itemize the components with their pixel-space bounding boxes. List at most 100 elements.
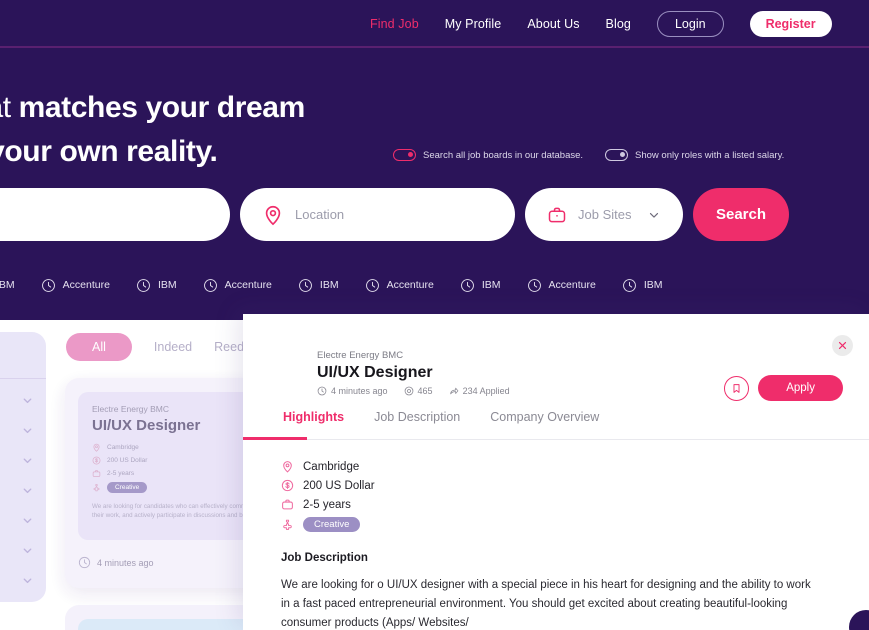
company-logo-label: IBM xyxy=(319,279,339,291)
detail-applied-count: 234 Applied xyxy=(449,386,510,396)
location-placeholder: Location xyxy=(295,207,345,222)
filter-divider xyxy=(0,378,46,379)
top-navigation: Find Job My Profile About Us Blog Login … xyxy=(370,11,832,37)
source-tab-all[interactable]: All xyxy=(66,333,132,361)
detail-tabs-divider xyxy=(243,439,869,440)
company-logo-label: Accenture xyxy=(548,279,596,291)
toggle-switch-off-icon[interactable] xyxy=(605,149,629,161)
detail-tabs: Highlights Job Description Company Overv… xyxy=(283,410,599,427)
filter-chevron-down-icon[interactable] xyxy=(21,484,34,497)
company-logo-item: Accenture xyxy=(203,278,272,293)
job-description-heading: Job Description xyxy=(281,552,368,564)
filter-chevron-down-icon[interactable] xyxy=(21,544,34,557)
detail-company-name: Electre Energy BMC xyxy=(317,350,404,361)
clock-logo-icon xyxy=(299,278,312,292)
search-button[interactable]: Search xyxy=(693,188,789,241)
clock-logo-icon xyxy=(460,278,474,292)
location-pin-icon xyxy=(93,443,100,452)
filter-chevron-down-icon[interactable] xyxy=(21,574,34,587)
company-logo-item: Accenture xyxy=(527,278,596,293)
detail-posted-time: 4 minutes ago xyxy=(317,386,388,396)
detail-job-title: UI/UX Designer xyxy=(317,364,433,381)
nav-item-about-us[interactable]: About Us xyxy=(527,17,579,31)
filter-chevron-down-icon[interactable] xyxy=(21,424,34,437)
chevron-down-icon[interactable] xyxy=(647,208,661,222)
filter-sidebar xyxy=(0,332,46,602)
tab-job-description[interactable]: Job Description xyxy=(374,410,460,427)
share-arrow-icon xyxy=(449,387,458,395)
bookmark-button[interactable] xyxy=(724,375,750,401)
company-logo-label: IBM xyxy=(643,279,663,291)
company-logo-item: IBM xyxy=(0,278,15,293)
job-card-posted: 4 minutes ago xyxy=(78,556,154,569)
briefcase-icon xyxy=(92,470,101,477)
nav-item-my-profile[interactable]: My Profile xyxy=(445,17,502,31)
detail-actions: Apply xyxy=(724,375,843,401)
detail-view-count: 465 xyxy=(404,386,433,396)
company-logo-label: Accenture xyxy=(224,279,272,291)
clock-logo-icon xyxy=(137,278,150,292)
active-tab-underline xyxy=(243,437,307,440)
highlight-tag: Creative xyxy=(281,517,375,532)
company-logo-label: IBM xyxy=(481,279,501,291)
dollar-icon xyxy=(281,479,294,492)
toggle-switch-on-icon[interactable] xyxy=(393,149,416,161)
nav-item-blog[interactable]: Blog xyxy=(606,17,631,31)
highlight-experience: 2-5 years xyxy=(281,498,375,511)
register-button[interactable]: Register xyxy=(749,11,832,37)
company-logo-item: IBM xyxy=(136,278,177,293)
company-logo-label: Accenture xyxy=(62,279,110,291)
job-detail-panel: Electre Energy BMC UI/UX Designer 4 minu… xyxy=(243,314,869,630)
page-corner-decoration xyxy=(843,604,869,630)
location-pin-icon xyxy=(283,461,292,473)
dollar-icon xyxy=(92,456,101,465)
hero-section: Find Job My Profile About Us Blog Login … xyxy=(0,0,869,320)
highlight-salary: 200 US Dollar xyxy=(281,479,375,492)
search-bar: ob Location Job Sites xyxy=(0,188,789,241)
hero-toggles: Search all job boards in our database. S… xyxy=(393,149,784,161)
filter-chevron-down-icon[interactable] xyxy=(21,454,34,467)
job-sites-label: Job Sites xyxy=(578,207,632,222)
detail-meta-row: 4 minutes ago 465 234 Applied xyxy=(317,386,510,396)
clock-logo-icon xyxy=(203,278,217,292)
highlight-tag-badge: Creative xyxy=(303,517,361,532)
tab-highlights[interactable]: Highlights xyxy=(283,410,344,427)
eye-icon xyxy=(404,386,413,396)
hero-divider xyxy=(0,46,869,48)
clock-logo-icon xyxy=(41,278,55,292)
clock-icon xyxy=(78,556,91,569)
tab-company-overview[interactable]: Company Overview xyxy=(490,410,599,427)
company-logo-label: IBM xyxy=(0,279,15,291)
company-logos-strip: IBM Accenture IBM Accenture IBM Accentur… xyxy=(0,274,662,296)
company-logo-item: IBM xyxy=(460,278,501,293)
company-logo-item: IBM xyxy=(622,278,663,293)
clock-logo-icon xyxy=(527,278,541,292)
location-pin-icon xyxy=(265,205,281,225)
company-logo-label: IBM xyxy=(157,279,177,291)
company-logo-item: IBM xyxy=(298,278,339,293)
toggle-listed-salary[interactable]: Show only roles with a listed salary. xyxy=(605,149,784,161)
toggle-all-job-boards[interactable]: Search all job boards in our database. xyxy=(393,149,583,161)
login-button[interactable]: Login xyxy=(656,11,724,37)
filter-chevron-down-icon[interactable] xyxy=(21,394,34,407)
toggle-all-job-boards-label: Search all job boards in our database. xyxy=(423,149,584,161)
job-search-input[interactable]: ob xyxy=(0,188,230,241)
job-sites-dropdown[interactable]: Job Sites xyxy=(525,188,683,241)
bookmark-icon xyxy=(733,383,740,393)
close-icon xyxy=(838,341,847,350)
headline-line-1: b that matches your dream xyxy=(0,91,305,124)
puzzle-icon xyxy=(283,519,292,530)
clock-logo-icon xyxy=(622,278,636,292)
close-button[interactable] xyxy=(832,335,853,356)
highlight-location: Cambridge xyxy=(281,460,375,473)
company-logo-item: Accenture xyxy=(365,278,434,293)
location-search-input[interactable]: Location xyxy=(240,188,515,241)
nav-item-find-job[interactable]: Find Job xyxy=(370,17,419,31)
source-tab-indeed[interactable]: Indeed xyxy=(154,340,192,354)
detail-apply-button[interactable]: Apply xyxy=(758,375,843,401)
filter-chevron-down-icon[interactable] xyxy=(21,514,34,527)
app-screenshot: Find Job My Profile About Us Blog Login … xyxy=(0,0,869,630)
source-tab-reed[interactable]: Reed xyxy=(214,340,244,354)
detail-highlights-list: Cambridge 200 US Dollar 2-5 years Creati… xyxy=(281,460,375,532)
company-logo-label: Accenture xyxy=(386,279,434,291)
